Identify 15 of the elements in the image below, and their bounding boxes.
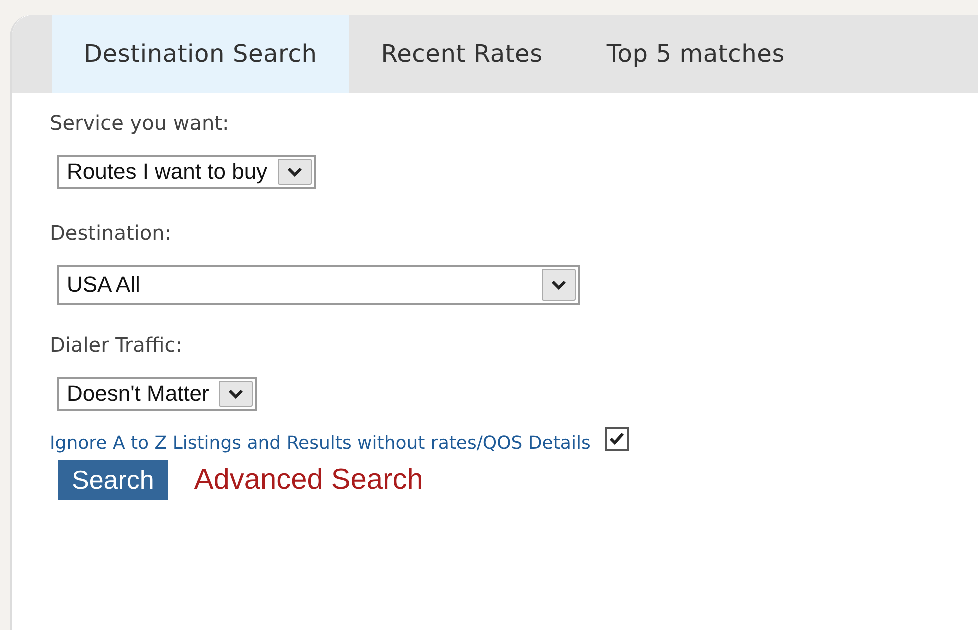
- search-button[interactable]: Search: [58, 460, 168, 500]
- option-label: Ignore A to Z Listings and Results without rates/QOS Details: [50, 433, 591, 454]
- tab[interactable]: Destination Search: [52, 15, 350, 93]
- field-label: Dialer Traffic:: [50, 333, 182, 357]
- checkmark-icon: [608, 432, 625, 446]
- checkbox[interactable]: [604, 426, 629, 450]
- dropdown[interactable]: USA All: [57, 265, 580, 305]
- advanced-search-link[interactable]: Advanced Search: [194, 464, 424, 496]
- chevron-down-icon: [278, 159, 312, 185]
- dropdown[interactable]: Routes I want to buy: [57, 155, 316, 189]
- field-label: Service you want:: [50, 111, 230, 135]
- dropdown[interactable]: Doesn't Matter: [57, 377, 258, 411]
- field-label: Destination:: [50, 221, 172, 245]
- chevron-down-icon: [542, 269, 576, 301]
- chevron-down-icon: [219, 381, 254, 407]
